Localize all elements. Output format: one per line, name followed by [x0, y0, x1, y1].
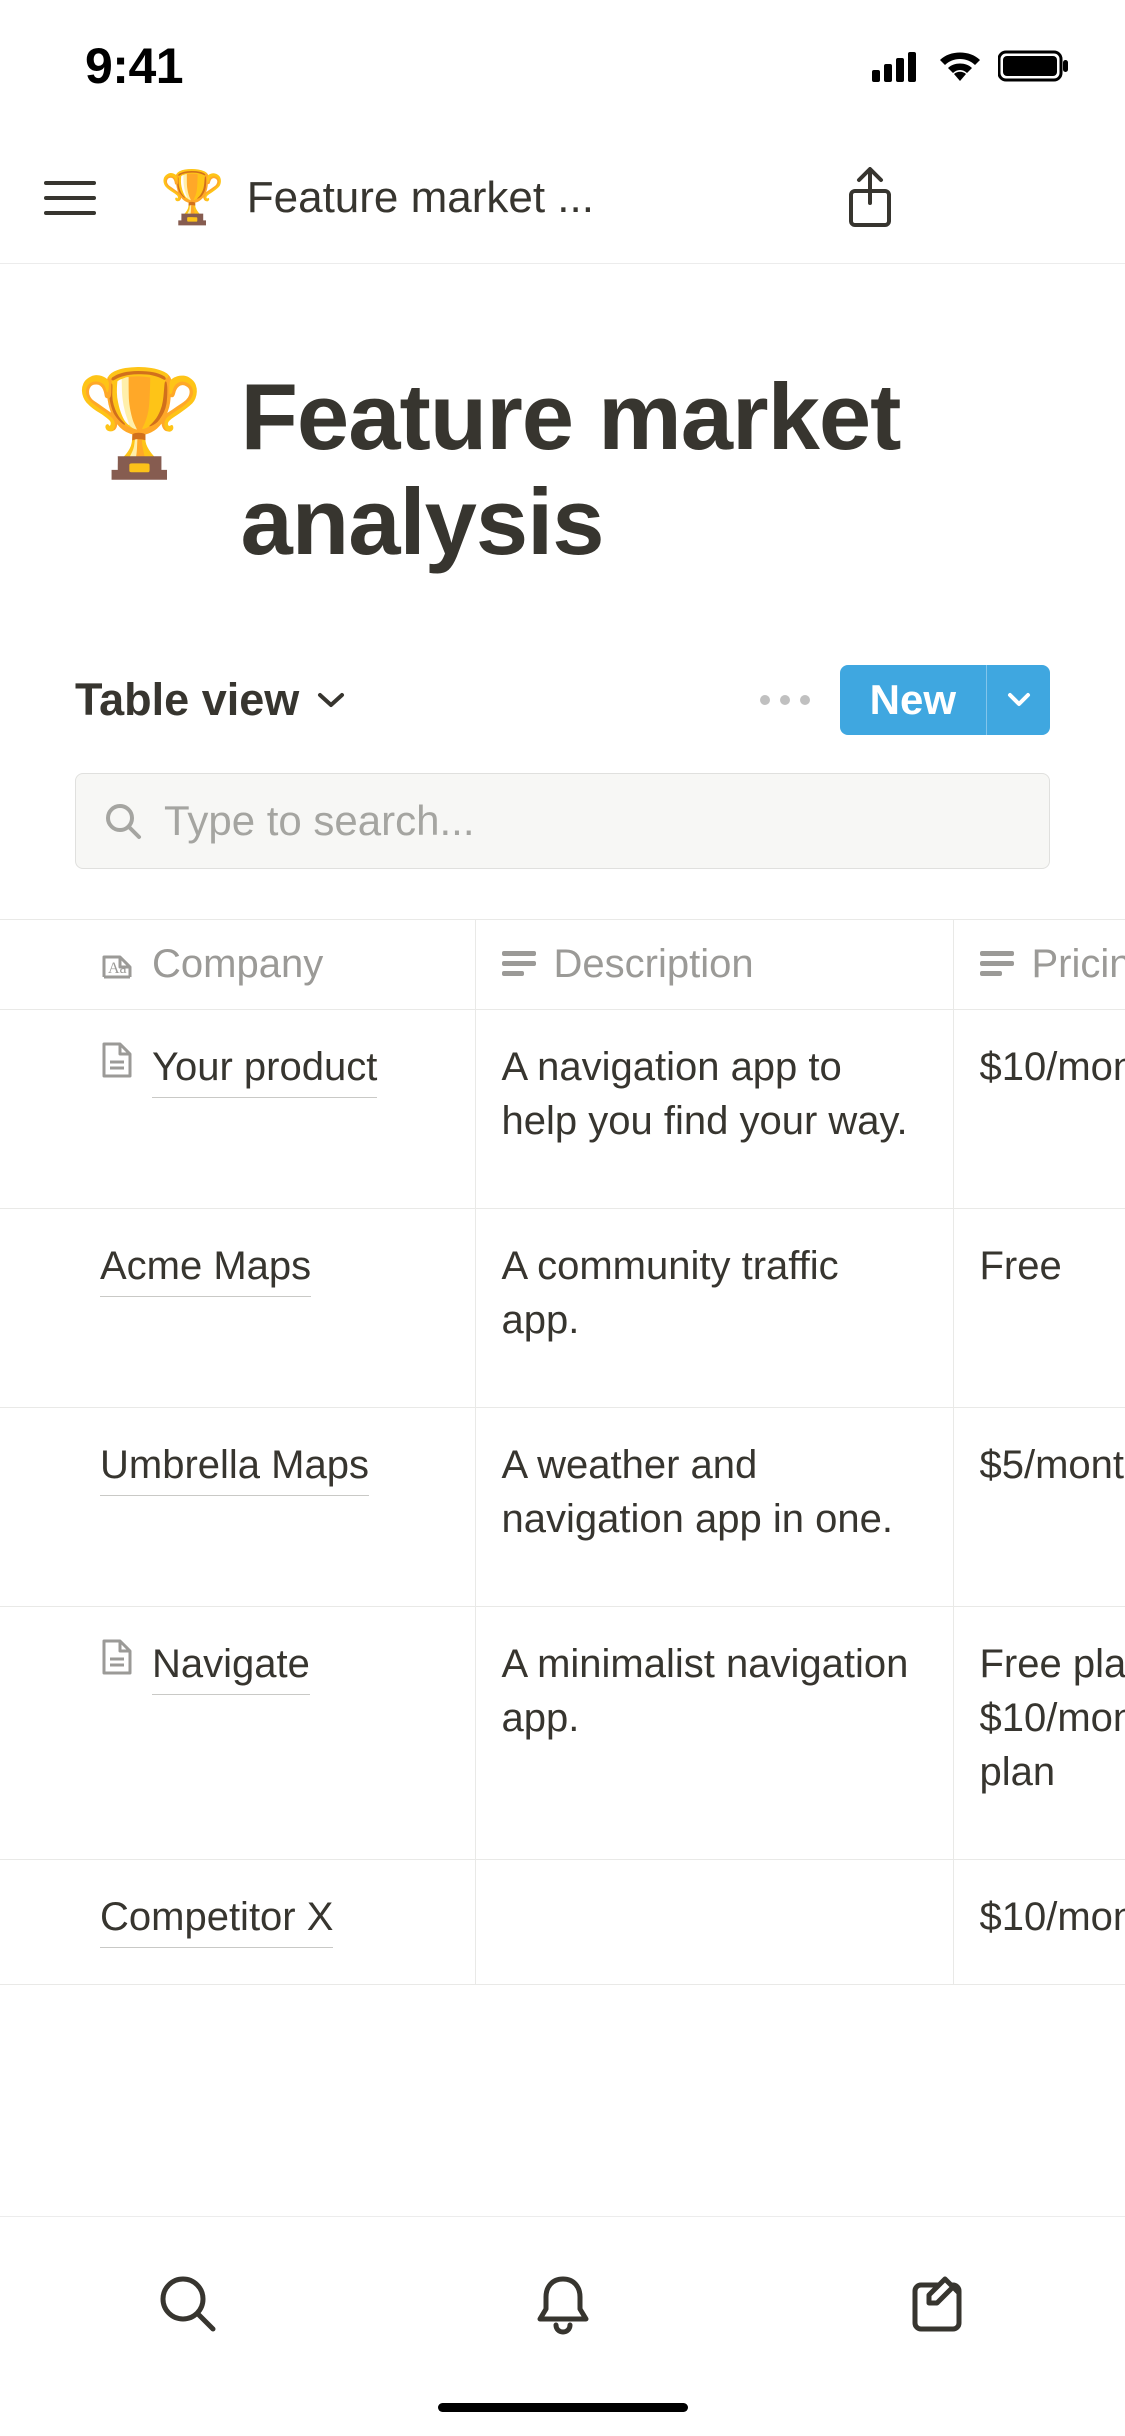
- status-time: 9:41: [85, 37, 183, 95]
- cell-company[interactable]: Navigate: [0, 1606, 475, 1859]
- new-button-label: New: [840, 665, 986, 735]
- column-header-pricing[interactable]: Pricing: [953, 919, 1125, 1009]
- table-header-row: Aa Company Description Pricing: [0, 919, 1125, 1009]
- topbar: 🏆 Feature market ...: [0, 132, 1125, 264]
- home-indicator: [438, 2403, 688, 2412]
- company-name: Acme Maps: [100, 1239, 311, 1297]
- battery-icon: [998, 49, 1070, 83]
- table-row[interactable]: Navigate A minimalist navigation app. Free…: [0, 1606, 1125, 1859]
- pricing-text: Free: [980, 1239, 1125, 1293]
- table-row[interactable]: Competitor X $10/month: [0, 1859, 1125, 1984]
- new-button-dropdown[interactable]: [986, 665, 1050, 735]
- page-emoji-small: 🏆: [160, 172, 225, 224]
- text-property-icon: [502, 951, 536, 977]
- description-text: A navigation app to help you find your w…: [502, 1040, 927, 1148]
- cell-description[interactable]: A community traffic app.: [475, 1208, 953, 1407]
- cell-company[interactable]: Your product: [0, 1009, 475, 1208]
- company-name: Your product: [152, 1040, 377, 1098]
- view-toolbar: Table view New: [75, 665, 1050, 735]
- new-button[interactable]: New: [840, 665, 1050, 735]
- breadcrumb[interactable]: 🏆 Feature market ...: [160, 172, 835, 224]
- page-header: 🏆 Feature market analysis: [75, 364, 1050, 575]
- column-header-label: Pricing: [1032, 942, 1125, 987]
- cell-pricing[interactable]: $5/month: [953, 1407, 1125, 1606]
- description-text: A community traffic app.: [502, 1239, 927, 1347]
- tab-search[interactable]: [143, 2259, 233, 2349]
- cell-pricing[interactable]: $10/month: [953, 1859, 1125, 1984]
- description-text: A weather and navigation app in one.: [502, 1438, 927, 1546]
- share-button[interactable]: [835, 163, 905, 233]
- cell-pricing[interactable]: Free plan, $10/month pro plan: [953, 1606, 1125, 1859]
- status-bar: 9:41: [0, 0, 1125, 132]
- pricing-text: $5/month: [980, 1438, 1125, 1492]
- cell-description[interactable]: A weather and navigation app in one.: [475, 1407, 953, 1606]
- table-row[interactable]: Umbrella Maps A weather and navigation ap…: [0, 1407, 1125, 1606]
- chevron-down-icon: [317, 691, 345, 709]
- breadcrumb-title: Feature market ...: [247, 173, 594, 223]
- bell-icon: [534, 2273, 592, 2335]
- page-icon: [100, 1040, 134, 1080]
- more-button[interactable]: [760, 695, 810, 705]
- page-icon: [100, 1637, 134, 1677]
- company-name: Competitor X: [100, 1890, 333, 1948]
- database-table: Aa Company Description Pricing: [0, 919, 1125, 1985]
- cell-description[interactable]: [475, 1859, 953, 1984]
- cell-description[interactable]: A minimalist navigation app.: [475, 1606, 953, 1859]
- title-property-icon: Aa: [100, 947, 134, 981]
- tab-compose[interactable]: [893, 2259, 983, 2349]
- view-selector[interactable]: Table view: [75, 674, 345, 726]
- cell-company[interactable]: Competitor X: [0, 1859, 475, 1984]
- column-header-label: Description: [554, 942, 754, 987]
- column-header-label: Company: [152, 942, 323, 987]
- company-name: Umbrella Maps: [100, 1438, 369, 1496]
- share-icon: [845, 167, 895, 229]
- tab-notifications[interactable]: [518, 2259, 608, 2349]
- text-property-icon: [980, 951, 1014, 977]
- column-header-description[interactable]: Description: [475, 919, 953, 1009]
- search-box[interactable]: [75, 773, 1050, 869]
- status-indicators: [872, 49, 1070, 83]
- pricing-text: Free plan, $10/month pro plan: [980, 1637, 1125, 1799]
- cell-company[interactable]: Umbrella Maps: [0, 1407, 475, 1606]
- cell-company[interactable]: Acme Maps: [0, 1208, 475, 1407]
- table-row[interactable]: Acme Maps A community traffic app. Free: [0, 1208, 1125, 1407]
- wifi-icon: [936, 49, 984, 83]
- page-title[interactable]: Feature market analysis: [241, 364, 1051, 575]
- menu-button[interactable]: [40, 168, 100, 228]
- search-icon: [104, 802, 142, 840]
- page-emoji[interactable]: 🏆: [75, 372, 205, 476]
- table-row[interactable]: Your product A navigation app to help you…: [0, 1009, 1125, 1208]
- bottom-tab-bar: [0, 2216, 1125, 2436]
- cell-pricing[interactable]: $10/month: [953, 1009, 1125, 1208]
- hamburger-icon: [44, 181, 96, 215]
- column-header-company[interactable]: Aa Company: [0, 919, 475, 1009]
- chevron-down-icon: [1007, 692, 1031, 708]
- search-icon: [157, 2273, 219, 2335]
- cellular-icon: [872, 50, 922, 82]
- compose-icon: [907, 2273, 969, 2335]
- view-name: Table view: [75, 674, 299, 726]
- cell-pricing[interactable]: Free: [953, 1208, 1125, 1407]
- search-input[interactable]: [164, 797, 1021, 845]
- pricing-text: $10/month: [980, 1040, 1125, 1094]
- pricing-text: $10/month: [980, 1890, 1125, 1944]
- cell-description[interactable]: A navigation app to help you find your w…: [475, 1009, 953, 1208]
- description-text: A minimalist navigation app.: [502, 1637, 927, 1745]
- company-name: Navigate: [152, 1637, 310, 1695]
- svg-text:Aa: Aa: [108, 960, 127, 977]
